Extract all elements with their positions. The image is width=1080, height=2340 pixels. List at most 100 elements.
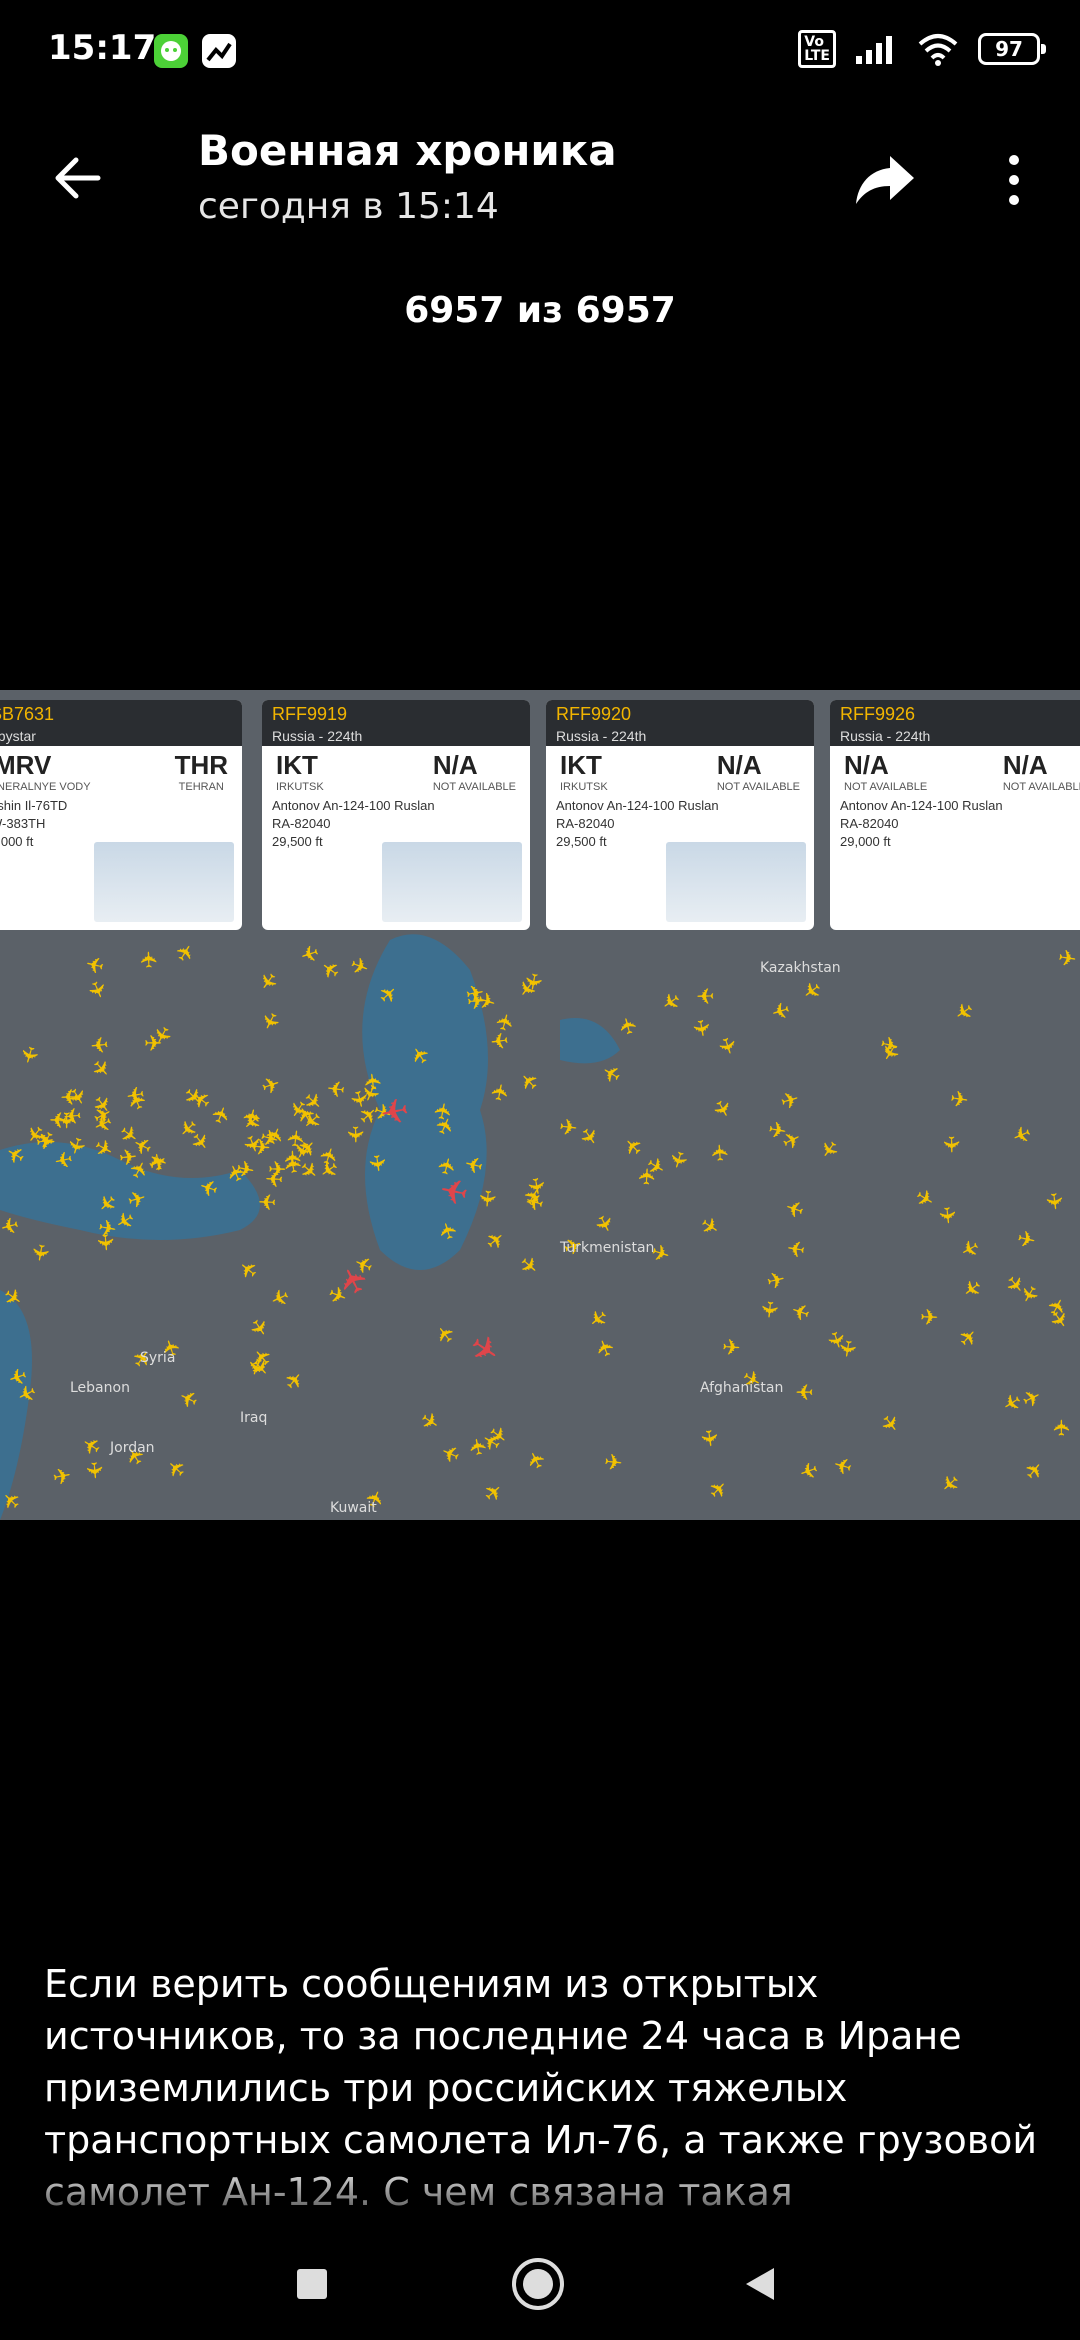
origin-name: NOT AVAILABLE bbox=[844, 781, 928, 793]
back-button[interactable] bbox=[48, 148, 108, 208]
recents-square-icon bbox=[297, 2269, 327, 2299]
altitude: 3,000 ft bbox=[0, 834, 34, 849]
plane-icon: ✈ bbox=[488, 1025, 510, 1054]
plane-icon: ✈ bbox=[362, 1152, 390, 1175]
plane-icon: ✈ bbox=[34, 1128, 57, 1157]
plane-icon: ✈ bbox=[694, 1427, 722, 1450]
app-bar: Военная хроника сегодня в 15:14 bbox=[0, 110, 1080, 250]
aircraft: Antonov An-124-100 Ruslan bbox=[272, 798, 435, 813]
flight-number: SB7631 bbox=[0, 704, 55, 724]
gallery-notification-icon bbox=[202, 34, 236, 68]
flight-card: SB7631 ubystar MRVINERALNYE VODY THRTEHRAN… bbox=[0, 700, 242, 930]
map-label: Kuwait bbox=[330, 1500, 377, 1516]
origin-name: IRKUTSK bbox=[276, 781, 324, 793]
recents-button[interactable] bbox=[282, 2254, 342, 2314]
plane-icon: ✈ bbox=[341, 1125, 367, 1144]
plane-icon: ✈ bbox=[795, 1378, 814, 1403]
destination: N/A bbox=[432, 750, 478, 780]
flight-number: RFF9919 bbox=[272, 704, 348, 724]
map-label: Iraq bbox=[240, 1410, 268, 1426]
altitude: 29,000 ft bbox=[840, 834, 891, 849]
destination-name: TEHRAN bbox=[178, 781, 224, 793]
signal-icon bbox=[856, 36, 892, 64]
altitude: 29,500 ft bbox=[556, 834, 607, 849]
plane-icon: ✈ bbox=[1039, 1190, 1067, 1213]
plane-icon: ✈ bbox=[145, 1150, 174, 1173]
operator: ubystar bbox=[0, 728, 36, 744]
volte-indicator: Vo LTE bbox=[798, 30, 836, 68]
operator: Russia - 224th bbox=[840, 728, 931, 744]
back-nav-button[interactable] bbox=[730, 2254, 790, 2314]
back-triangle-icon bbox=[746, 2268, 774, 2300]
map-label: Afghanistan bbox=[700, 1380, 784, 1396]
flight-card: RFF9926 Russia - 224th N/A NOT AVAILABLE N/… bbox=[830, 700, 1080, 930]
plane-icon: ✈ bbox=[325, 1073, 347, 1102]
destination: N/A bbox=[1002, 750, 1048, 780]
post-time: сегодня в 15:14 bbox=[198, 186, 499, 227]
plane-icon: ✈ bbox=[708, 1142, 735, 1163]
wifi-icon bbox=[918, 34, 958, 66]
plane-icon: ✈ bbox=[754, 1299, 782, 1320]
plane-icon: ✈ bbox=[88, 1030, 110, 1057]
battery-icon: 97 bbox=[978, 33, 1046, 65]
post-photo[interactable]: ✈ ✈ ✈ ✈ ✈ ✈ ✈ ✈ ✈ ✈ ✈ ✈ ✈ ✈ ✈ ✈ ✈ ✈ ✈ ✈ ✈ ✈ ✈ ✈ ✈ ✈ ✈ ✈ ✈ ✈ ✈ ✈ ✈ ✈ ✈ ✈ ✈ ✈ ✈ ✈… bbox=[0, 690, 1080, 1520]
flight-card: RFF9919 Russia - 224th IKT IRKUTSK N/A NOT A… bbox=[262, 700, 530, 930]
destination-name: NOT AVAILABLE bbox=[1002, 781, 1080, 793]
plane-icon: ✈ bbox=[1050, 1418, 1076, 1437]
plane-icon: ✈ bbox=[257, 1187, 277, 1214]
plane-icon: ✈ bbox=[785, 1233, 808, 1262]
registration: W-383TH bbox=[0, 816, 46, 831]
more-vert-icon bbox=[1009, 155, 1019, 205]
operator: Russia - 224th bbox=[556, 728, 647, 744]
destination: N/A bbox=[716, 750, 762, 780]
plane-icon: ✈ bbox=[602, 1450, 624, 1477]
plane-icon: ✈ bbox=[948, 1086, 971, 1115]
aircraft: ushin Il-76TD bbox=[0, 798, 68, 813]
plane-icon: ✈ bbox=[79, 1460, 107, 1481]
map-label: Turkmenistan bbox=[560, 1240, 655, 1256]
destination-name: NOT AVAILABLE bbox=[432, 781, 516, 793]
chat-notification-icon bbox=[154, 34, 188, 68]
status-time: 15:17 bbox=[48, 28, 157, 68]
flight-number: RFF9920 bbox=[556, 704, 632, 724]
back-arrow-icon bbox=[55, 157, 101, 199]
map-label: Jordan bbox=[110, 1440, 155, 1456]
plane-icon: ✈ bbox=[919, 1305, 939, 1332]
status-bar: 15:17 Vo LTE 97 bbox=[0, 0, 1080, 100]
destination-name: NOT AVAILABLE bbox=[716, 781, 800, 793]
aircraft: Antonov An-124-100 Ruslan bbox=[556, 798, 719, 813]
aircraft-photo bbox=[666, 842, 806, 922]
more-button[interactable] bbox=[994, 148, 1034, 212]
plane-icon: ✈ bbox=[1056, 945, 1079, 974]
map-label: Lebanon bbox=[70, 1380, 130, 1396]
caption-fade bbox=[0, 2160, 1080, 2240]
origin-name: INERALNYE VODY bbox=[0, 781, 91, 793]
home-button[interactable] bbox=[508, 2254, 568, 2314]
share-icon bbox=[856, 156, 914, 204]
aircraft-photo bbox=[382, 842, 522, 922]
origin-name: IRKUTSK bbox=[560, 781, 608, 793]
plane-icon: ✈ bbox=[137, 949, 164, 970]
operator: Russia - 224th bbox=[272, 728, 363, 744]
destination: THR bbox=[174, 750, 228, 780]
altitude: 29,500 ft bbox=[272, 834, 323, 849]
plane-icon: ✈ bbox=[267, 1157, 287, 1184]
plane-icon: ✈ bbox=[721, 1335, 742, 1362]
photo-counter: 6957 из 6957 bbox=[404, 290, 676, 331]
registration: RA-82040 bbox=[556, 816, 615, 831]
home-circle-icon bbox=[512, 2258, 564, 2310]
flight-number: RFF9926 bbox=[840, 704, 916, 724]
registration: RA-82040 bbox=[840, 816, 899, 831]
plane-icon: ✈ bbox=[937, 1135, 963, 1154]
flight-card: RFF9920 Russia - 224th IKT IRKUTSK N/A NOT A… bbox=[546, 700, 814, 930]
map-label: Syria bbox=[140, 1350, 176, 1366]
share-button[interactable] bbox=[850, 148, 920, 212]
battery-level: 97 bbox=[995, 37, 1023, 61]
origin: IKT bbox=[276, 750, 318, 780]
plane-icon: ✈ bbox=[472, 1188, 500, 1209]
aircraft: Antonov An-124-100 Ruslan bbox=[840, 798, 1003, 813]
origin: IKT bbox=[560, 750, 602, 780]
plane-icon: ✈ bbox=[695, 981, 715, 1008]
plane-icon: ✈ bbox=[557, 1114, 579, 1143]
system-nav-bar bbox=[0, 2230, 1080, 2340]
